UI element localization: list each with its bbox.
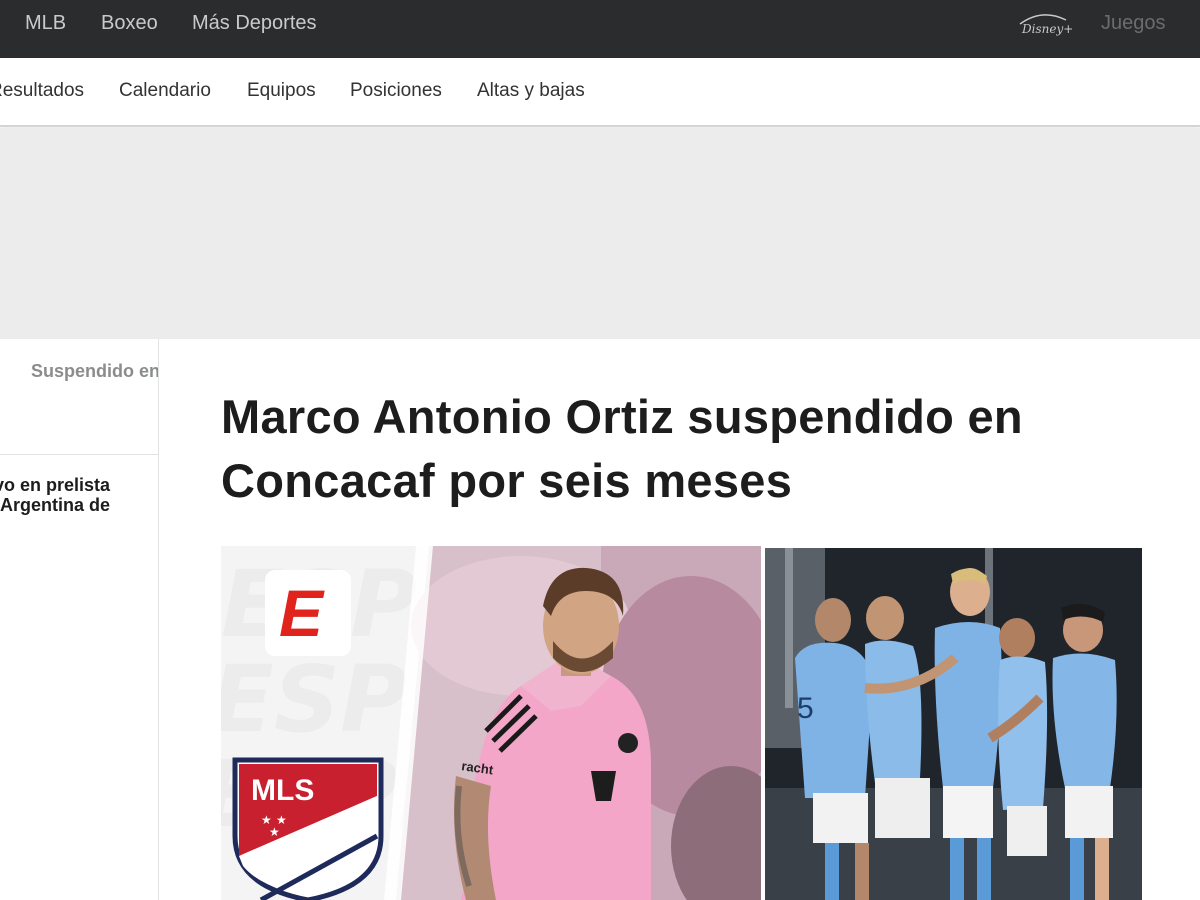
top-navigation: MLB Boxeo Más Deportes Disney+ Juegos: [0, 0, 1200, 58]
nav-item-mas-deportes[interactable]: Más Deportes: [192, 12, 317, 35]
section-navigation: Resultados Calendario Equipos Posiciones…: [0, 58, 1200, 127]
subnav-item-resultados[interactable]: Resultados: [0, 80, 84, 102]
svg-text:Disney+: Disney+: [1021, 22, 1073, 36]
espn-e-icon: E: [279, 576, 325, 650]
subnav-item-calendario[interactable]: Calendario: [119, 80, 211, 102]
svg-text:5: 5: [797, 692, 814, 725]
rail-divider: [0, 454, 158, 455]
rail-story-1[interactable]: Suspendido en: [0, 361, 158, 382]
subnav-item-equipos[interactable]: Equipos: [247, 80, 316, 102]
nav-item-boxeo[interactable]: Boxeo: [101, 12, 158, 35]
rail-story-2-line1: Messi, baja de nuevo en prelista: [0, 475, 110, 495]
hero-image-right: 5: [765, 548, 1142, 900]
mls-badge-icon: MLS ★ ★ ★: [232, 757, 384, 900]
mls-badge-text: MLS: [251, 774, 314, 807]
nav-item-mlb[interactable]: MLB: [25, 12, 66, 35]
related-stories-rail: Suspendido en Messi, baja de nuevo en pr…: [0, 339, 159, 900]
nav-item-juegos[interactable]: Juegos: [1101, 12, 1166, 35]
svg-text:★: ★: [269, 825, 280, 839]
hero-image-left: ESPN ESPN ESPN racht E MLS ★ ★ ★: [221, 546, 761, 900]
ad-banner-area: [0, 128, 1200, 339]
rail-story-2-line2: de Argentina de: [0, 495, 110, 515]
rail-story-2[interactable]: Messi, baja de nuevo en prelista de Arge…: [0, 475, 110, 515]
subnav-item-altas-y-bajas[interactable]: Altas y bajas: [477, 80, 585, 102]
article-headline: Marco Antonio Ortiz suspendido en Concac…: [221, 390, 1023, 507]
disney-plus-logo[interactable]: Disney+: [1014, 6, 1074, 42]
subnav-item-posiciones[interactable]: Posiciones: [350, 80, 442, 102]
